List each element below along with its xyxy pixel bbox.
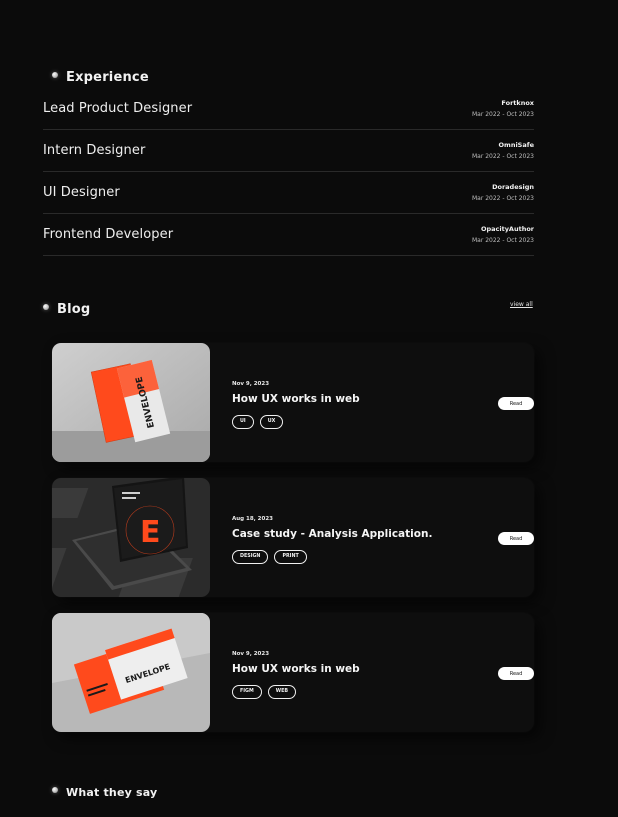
experience-role: Intern Designer [43,143,146,158]
experience-dates: Mar 2022 - Oct 2023 [471,195,534,202]
read-button[interactable]: Read [498,667,534,680]
laptop-mockup-image: E [52,478,210,597]
experience-role: Frontend Developer [43,227,174,242]
tag-list: UI UX [232,415,284,429]
experience-company: OmniSafe [498,141,534,149]
read-button[interactable]: Read [498,532,534,545]
blog-post-title[interactable]: Case study - Analysis Application. [232,528,432,540]
blog-date: Nov 9, 2023 [232,381,270,387]
experience-meta: Doradesign Mar 2022 - Oct 2023 [472,183,534,202]
experience-meta: OmniSafe Mar 2022 - Oct 2023 [472,141,534,160]
experience-title: Experience [66,70,149,85]
experience-list: Lead Product Designer Fortknox Mar 2022 … [43,88,534,256]
blog-post-title[interactable]: How UX works in web [232,663,360,675]
experience-item: Lead Product Designer Fortknox Mar 2022 … [43,88,534,130]
blog-date: Aug 18, 2023 [232,516,273,522]
blog-title: Blog [57,302,91,317]
testimonials-title: What they say [66,786,158,799]
tag-chip[interactable]: WEB [267,685,297,699]
experience-dates: Mar 2022 - Oct 2023 [471,111,534,118]
tag-chip[interactable]: UX [259,415,284,429]
blog-list: ENVELOPE Nov 9, 2023 How UX works in web… [52,343,534,748]
experience-company: Doradesign [492,183,534,191]
blog-post-title[interactable]: How UX works in web [232,393,360,405]
tag-chip[interactable]: DESIGN [232,550,269,564]
blog-card[interactable]: E Aug 18, 2023 Case study - Analysis App… [52,478,534,597]
experience-meta: OpacityAuthor Mar 2022 - Oct 2023 [472,225,534,244]
tag-chip[interactable]: FIGM [232,685,262,699]
envelope-mockup-image: ENVELOPE [52,343,210,462]
experience-role: UI Designer [43,185,120,200]
blog-thumbnail: ENVELOPE [52,613,210,732]
experience-company: OpacityAuthor [480,225,534,233]
experience-company: Fortknox [501,99,534,107]
thumb-letter-text: E [140,515,161,550]
experience-item: Intern Designer OmniSafe Mar 2022 - Oct … [43,130,534,172]
tag-chip[interactable]: PRINT [274,550,307,564]
experience-item: Frontend Developer OpacityAuthor Mar 202… [43,214,534,256]
testimonials-heading: What they say [52,786,157,799]
experience-meta: Fortknox Mar 2022 - Oct 2023 [472,99,534,118]
experience-item: UI Designer Doradesign Mar 2022 - Oct 20… [43,172,534,214]
blog-card[interactable]: ENVELOPE Nov 9, 2023 How UX works in web… [52,343,534,462]
blog-thumbnail: ENVELOPE [52,343,210,462]
blog-date: Nov 9, 2023 [232,651,270,657]
bullet-dot-icon [52,786,58,793]
experience-dates: Mar 2022 - Oct 2023 [471,153,534,160]
read-button[interactable]: Read [498,397,534,410]
experience-dates: Mar 2022 - Oct 2023 [471,237,534,244]
view-all-link[interactable]: view all [510,301,533,308]
tag-chip[interactable]: UI [232,415,254,429]
tag-list: DESIGN PRINT [232,550,307,564]
blog-card[interactable]: ENVELOPE Nov 9, 2023 How UX works in web… [52,613,534,732]
tag-list: FIGM WEB [232,685,297,699]
blog-heading: Blog [43,302,90,317]
bullet-dot-icon [52,71,58,78]
experience-role: Lead Product Designer [43,101,193,116]
bullet-dot-icon [43,303,49,310]
blog-thumbnail: E [52,478,210,597]
envelope-flat-mockup-image: ENVELOPE [52,613,210,732]
experience-heading: Experience [52,70,149,85]
